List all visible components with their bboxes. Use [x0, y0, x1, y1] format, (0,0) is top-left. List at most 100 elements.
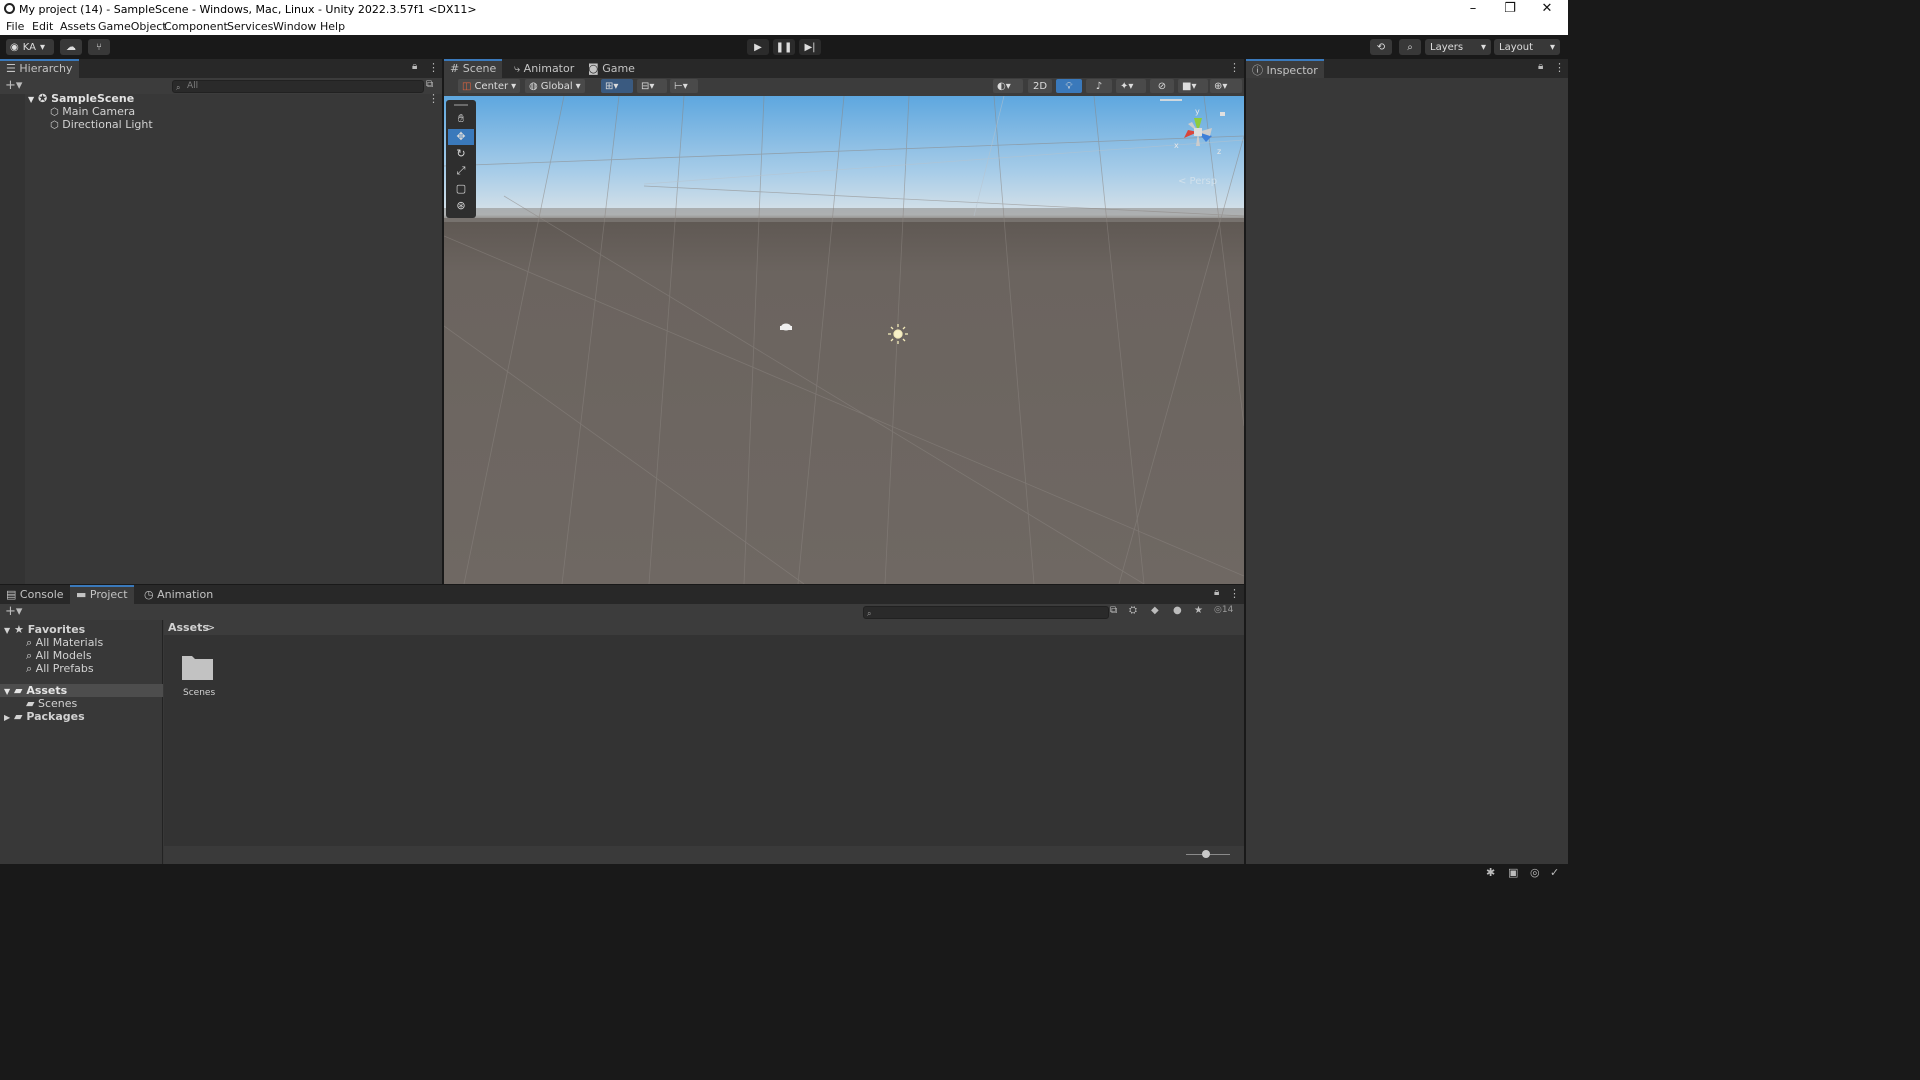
pivot-dropdown[interactable]: ◫ Center ▾ [458, 79, 520, 93]
menu-gameobject[interactable]: GameObject [98, 20, 167, 33]
grid-snap-button[interactable]: ⊞▾ [601, 79, 633, 93]
debug-bug-icon[interactable]: ✱ [1486, 866, 1495, 879]
undo-history-button[interactable]: ⟲ [1370, 39, 1392, 55]
hierarchy-search-input[interactable]: ⌕ All [172, 80, 424, 93]
expand-arrow-icon: ▼ [4, 687, 11, 696]
layers-dropdown[interactable]: Layers ▾ [1425, 39, 1491, 55]
shading-sphere-icon: ◐▾ [997, 80, 1011, 92]
rotate-tool-button[interactable]: ↻ [448, 146, 474, 162]
chevron-down-icon: ▾ [575, 80, 581, 92]
breadcrumb-assets[interactable]: Assets [168, 621, 209, 634]
lighting-toggle-button[interactable]: 💡︎ [1056, 79, 1082, 93]
lock-icon[interactable]: 🔒︎ [1538, 61, 1543, 72]
favorite-star-icon[interactable]: ★ [1194, 605, 1203, 616]
effects-dropdown[interactable]: ✦▾ [1116, 79, 1146, 93]
more-menu-icon[interactable]: ⋮ [1554, 61, 1565, 74]
tab-project[interactable]: ▬ Project [70, 585, 134, 604]
rect-tool-button[interactable]: ▢ [448, 181, 474, 197]
increment-snap-button[interactable]: ⊢▾ [670, 79, 698, 93]
hidden-packages-toggle[interactable]: ◎14 [1214, 605, 1233, 615]
ruler-icon: ⊢▾ [674, 80, 688, 92]
hidden-objects-button[interactable]: ⊘ [1150, 79, 1174, 93]
title-bar: My project (14) - SampleScene - Windows,… [0, 0, 1568, 18]
minimize-button[interactable]: – [1458, 1, 1488, 17]
tab-hierarchy[interactable]: ☰ Hierarchy [0, 59, 79, 78]
menu-window[interactable]: Window [273, 20, 316, 33]
project-search-input[interactable]: ⌕ [863, 606, 1109, 619]
list-item[interactable]: ⌕ All Materials [26, 636, 103, 650]
list-item[interactable]: ⌕ All Models [26, 649, 92, 663]
toggle-2d-button[interactable]: 2D [1028, 79, 1052, 93]
tab-animation[interactable]: ◷ Animation [138, 585, 219, 604]
breadcrumb: Assets > [164, 620, 1244, 635]
space-dropdown[interactable]: ◍ Global ▾ [525, 79, 585, 93]
close-button[interactable]: ✕ [1532, 1, 1562, 17]
folder-tile-scenes[interactable]: Scenes [180, 650, 216, 700]
layout-dropdown[interactable]: Layout ▾ [1494, 39, 1560, 55]
tree-item-scenes[interactable]: ▰ Scenes [26, 697, 77, 710]
tab-scene[interactable]: # Scene [444, 59, 503, 78]
zoom-slider-thumb[interactable] [1202, 850, 1210, 858]
list-item[interactable]: ⌕ All Prefabs [26, 662, 94, 676]
gizmo-handle[interactable] [1160, 99, 1182, 101]
projection-label[interactable]: < Persp [1178, 176, 1217, 187]
step-button[interactable]: ▶| [799, 39, 821, 55]
list-item[interactable]: ⬡ Directional Light [50, 118, 153, 131]
menu-help[interactable]: Help [320, 20, 345, 33]
gizmo-x-label: x [1174, 141, 1179, 150]
more-menu-icon[interactable]: ⋮ [1229, 61, 1240, 74]
filter-type-icon[interactable]: ⛭ [1129, 605, 1137, 616]
more-menu-icon[interactable]: ⋮ [1229, 587, 1240, 600]
cloud-button[interactable]: ☁ [60, 39, 82, 55]
main-toolbar: ◉ KA ▾ ☁ ⑂ ▶ ❚❚ ▶| ⟲ ⌕ Layers ▾ Layout ▾ [0, 35, 1568, 59]
tree-item-assets[interactable]: ▼ ▰ Assets [4, 684, 67, 697]
menu-assets[interactable]: Assets [60, 20, 96, 33]
tree-item-packages[interactable]: ▶ ▰ Packages [4, 710, 85, 723]
draw-mode-dropdown[interactable]: ◐▾ [993, 79, 1023, 93]
add-icon[interactable]: +▾ [5, 78, 22, 93]
menu-edit[interactable]: Edit [32, 20, 53, 33]
add-icon[interactable]: +▾ [5, 604, 22, 619]
orientation-gizmo[interactable]: y x z < Persp [1166, 102, 1242, 192]
overlay-handle[interactable] [454, 104, 468, 106]
menu-file[interactable]: File [6, 20, 24, 33]
scene-viewport[interactable]: y x z < Persp [444, 96, 1244, 584]
transform-tool-button[interactable]: ⊛ [448, 198, 474, 214]
label-tag-icon[interactable]: ◆ [1151, 605, 1159, 616]
play-button[interactable]: ▶ [747, 39, 769, 55]
gizmo-z-label: z [1217, 147, 1221, 156]
audio-toggle-button[interactable]: ♪ [1086, 79, 1112, 93]
scene-more-icon[interactable]: ⋮ [428, 92, 439, 105]
version-control-button[interactable]: ⑂ [88, 39, 110, 55]
scene-visibility-icon[interactable]: ⧉ [426, 79, 433, 90]
scale-tool-button[interactable]: ⤢ [448, 163, 474, 179]
lock-icon[interactable]: 🔒︎ [412, 61, 417, 72]
tab-game[interactable]: ◙ Game [582, 59, 641, 78]
search-scope-icon[interactable]: ⧉ [1110, 605, 1117, 616]
log-icon[interactable]: ● [1173, 605, 1182, 616]
grid-visibility-button[interactable]: ⊟▾ [637, 79, 667, 93]
tab-inspector[interactable]: ⓘ Inspector [1246, 59, 1324, 78]
pause-button[interactable]: ❚❚ [773, 39, 795, 55]
restore-button[interactable]: ❐ [1495, 1, 1525, 17]
scene-row[interactable]: ▼ ✪ SampleScene [28, 92, 134, 105]
gizmos-dropdown[interactable]: ⊕▾ [1210, 79, 1242, 93]
tab-animator[interactable]: ⤷ Animator [508, 59, 580, 78]
list-item[interactable]: ⬡ Main Camera [50, 105, 135, 118]
camera-settings-dropdown[interactable]: ■▾ [1178, 79, 1208, 93]
info-icon: ⓘ [1252, 64, 1263, 77]
check-icon[interactable]: ✓ [1550, 866, 1559, 879]
progress-icon[interactable]: ◎ [1530, 866, 1540, 879]
search-button[interactable]: ⌕ [1399, 39, 1421, 55]
pivot-icon: ◫ [462, 80, 472, 92]
cache-server-icon[interactable]: ▣ [1508, 866, 1518, 879]
move-tool-button[interactable]: ✥ [448, 129, 474, 145]
favorites-header[interactable]: ▼ ★ Favorites [4, 623, 85, 636]
lock-icon[interactable]: 🔒︎ [1214, 587, 1219, 598]
account-button[interactable]: ◉ KA ▾ [6, 39, 54, 55]
menu-component[interactable]: Component [164, 20, 228, 33]
menu-services[interactable]: Services [227, 20, 273, 33]
more-menu-icon[interactable]: ⋮ [428, 61, 439, 74]
tab-console[interactable]: ▤ Console [0, 585, 70, 604]
hand-tool-button[interactable]: ✋︎ [448, 111, 474, 127]
